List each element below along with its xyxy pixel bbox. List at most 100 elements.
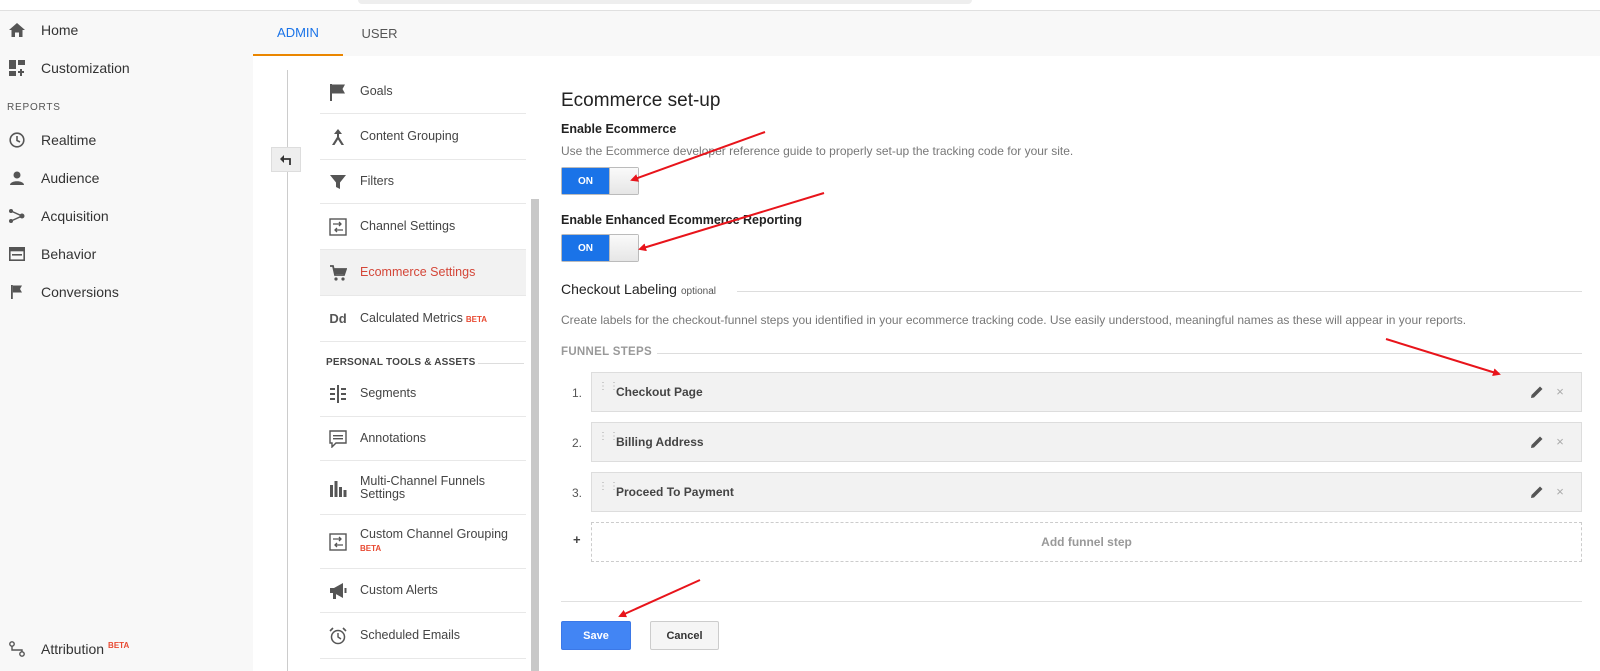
- flag-icon: [8, 283, 26, 301]
- menu-annotations[interactable]: Annotations: [320, 417, 526, 461]
- menu-calculated-metrics[interactable]: Dd Calculated Metrics BETA: [320, 296, 526, 342]
- collapse-back-button[interactable]: [271, 147, 301, 172]
- nav-acquisition-label: Acquisition: [41, 208, 109, 224]
- home-icon: [8, 21, 26, 39]
- dashboard-icon: [8, 59, 26, 77]
- optional-tag: optional: [680, 286, 717, 297]
- ccg-beta-badge: BETA: [360, 544, 382, 553]
- menu-custom-channel-grouping[interactable]: Custom Channel Grouping BETA: [320, 515, 526, 569]
- segments-icon: [328, 384, 348, 404]
- step-number: 3.: [572, 486, 583, 500]
- nav-attribution-label: Attribution BETA: [41, 641, 129, 657]
- person-icon: [8, 169, 26, 187]
- add-funnel-step-button[interactable]: Add funnel step: [591, 522, 1582, 562]
- nav-conversions[interactable]: Conversions: [0, 274, 253, 310]
- annotation-arrow: [618, 579, 701, 618]
- menu-scheduled-emails[interactable]: Scheduled Emails: [320, 613, 526, 659]
- menu-goals-label: Goals: [360, 84, 393, 98]
- step-number: 2.: [572, 436, 583, 450]
- personal-tools-header: PERSONAL TOOLS & ASSETS: [326, 357, 476, 368]
- menu-scheduled-emails-label: Scheduled Emails: [360, 628, 461, 642]
- checkout-desc: Create labels for the checkout-funnel st…: [561, 313, 1467, 327]
- mcf-line1: Multi-Channel Funnels: [360, 473, 486, 488]
- menu-channel-settings-label: Channel Settings: [360, 219, 456, 233]
- pencil-edit-icon[interactable]: [1529, 384, 1545, 400]
- menu-ecommerce-settings[interactable]: Ecommerce Settings: [320, 250, 526, 296]
- calculated-metrics-text: Calculated Metrics: [360, 310, 463, 325]
- nav-behavior[interactable]: Behavior: [0, 236, 253, 272]
- clock-icon: [8, 131, 26, 149]
- nav-customization[interactable]: Customization: [0, 50, 253, 86]
- bar-chart-icon: [328, 478, 348, 498]
- menu-filters[interactable]: Filters: [320, 160, 526, 204]
- pencil-edit-icon[interactable]: [1529, 484, 1545, 500]
- close-icon[interactable]: ×: [1553, 434, 1567, 450]
- funnel-filter-icon: [328, 172, 348, 192]
- calculated-metrics-beta-badge: BETA: [465, 314, 488, 324]
- tools-header-rule: [478, 363, 524, 364]
- drag-handle-icon[interactable]: ⋮⋮: [598, 482, 619, 499]
- menu-segments[interactable]: Segments: [320, 371, 526, 417]
- pencil-edit-icon[interactable]: [1529, 434, 1545, 450]
- nav-behavior-label: Behavior: [41, 246, 97, 262]
- menu-multi-channel-funnels[interactable]: Multi-Channel Funnels Settings: [320, 461, 526, 515]
- checkout-labeling-title: Checkout Labeling optional: [561, 281, 716, 297]
- nav-home-label: Home: [41, 22, 79, 38]
- nav-audience-label: Audience: [41, 170, 100, 186]
- menu-annotations-label: Annotations: [360, 431, 427, 445]
- content-grouping-icon: [328, 127, 348, 147]
- menu-custom-alerts-label: Custom Alerts: [360, 583, 438, 597]
- funnel-steps-rule: [657, 353, 1582, 354]
- close-icon[interactable]: ×: [1553, 484, 1567, 500]
- back-arrow-icon: [280, 152, 292, 168]
- enable-ecommerce-desc: Use the Ecommerce developer reference gu…: [561, 144, 1074, 158]
- behavior-icon: [8, 245, 26, 263]
- enhanced-ecommerce-title: Enable Enhanced Ecommerce Reporting: [561, 213, 803, 227]
- ga-admin-page: Home Customization REPORTS Realtime Audi…: [0, 0, 1600, 671]
- funnel-step-row[interactable]: ⋮⋮ Proceed To Payment ×: [591, 472, 1582, 512]
- toggle-on-label: ON: [562, 168, 609, 194]
- comment-icon: [328, 429, 348, 449]
- close-icon[interactable]: ×: [1553, 384, 1567, 400]
- drag-handle-icon[interactable]: ⋮⋮: [598, 382, 619, 399]
- menu-custom-alerts[interactable]: Custom Alerts: [320, 569, 526, 613]
- funnel-step-row[interactable]: ⋮⋮ Checkout Page ×: [591, 372, 1582, 412]
- menu-calculated-metrics-label: Calculated Metrics BETA: [360, 310, 488, 326]
- menu-content-grouping[interactable]: Content Grouping: [320, 114, 526, 160]
- search-bar[interactable]: [358, 0, 972, 4]
- admin-user-tabbar: ADMIN USER: [253, 11, 1600, 56]
- menu-channel-settings[interactable]: Channel Settings: [320, 204, 526, 250]
- channel-settings-icon: [328, 217, 348, 237]
- nav-attribution[interactable]: Attribution BETA: [0, 631, 253, 667]
- funnel-step-row[interactable]: ⋮⋮ Billing Address ×: [591, 422, 1582, 462]
- nav-audience[interactable]: Audience: [0, 160, 253, 196]
- plus-icon: +: [573, 532, 581, 547]
- checkout-title-text: Checkout Labeling: [561, 281, 677, 297]
- reports-header: REPORTS: [7, 102, 61, 113]
- menu-content-grouping-label: Content Grouping: [360, 129, 459, 143]
- tab-user[interactable]: USER: [352, 11, 407, 56]
- goals-flag-icon: [328, 82, 348, 102]
- drag-handle-icon[interactable]: ⋮⋮: [598, 432, 619, 449]
- menu-filters-label: Filters: [360, 174, 395, 188]
- cancel-button[interactable]: Cancel: [650, 621, 719, 650]
- menu-mcf-label: Multi-Channel Funnels Settings: [360, 473, 486, 501]
- ccg-text: Custom Channel Grouping: [360, 527, 508, 541]
- alarm-clock-icon: [328, 626, 348, 646]
- page-title: Ecommerce set-up: [561, 90, 721, 111]
- step-number: 1.: [572, 386, 583, 400]
- nav-acquisition[interactable]: Acquisition: [0, 198, 253, 234]
- toggle-knob: [609, 168, 638, 194]
- enable-ecommerce-toggle[interactable]: ON: [561, 167, 639, 195]
- nav-realtime[interactable]: Realtime: [0, 122, 253, 158]
- save-button[interactable]: Save: [561, 621, 631, 650]
- tab-admin[interactable]: ADMIN: [253, 11, 343, 56]
- enhanced-ecommerce-toggle[interactable]: ON: [561, 234, 639, 262]
- checkout-rule: [737, 291, 1582, 292]
- admin-column-scrollbar[interactable]: [531, 199, 539, 671]
- nav-home[interactable]: Home: [0, 12, 253, 48]
- toggle-on-label: ON: [562, 235, 609, 261]
- shopping-cart-icon: [328, 263, 348, 283]
- menu-goals[interactable]: Goals: [320, 70, 526, 114]
- dd-metrics-icon: Dd: [329, 311, 347, 326]
